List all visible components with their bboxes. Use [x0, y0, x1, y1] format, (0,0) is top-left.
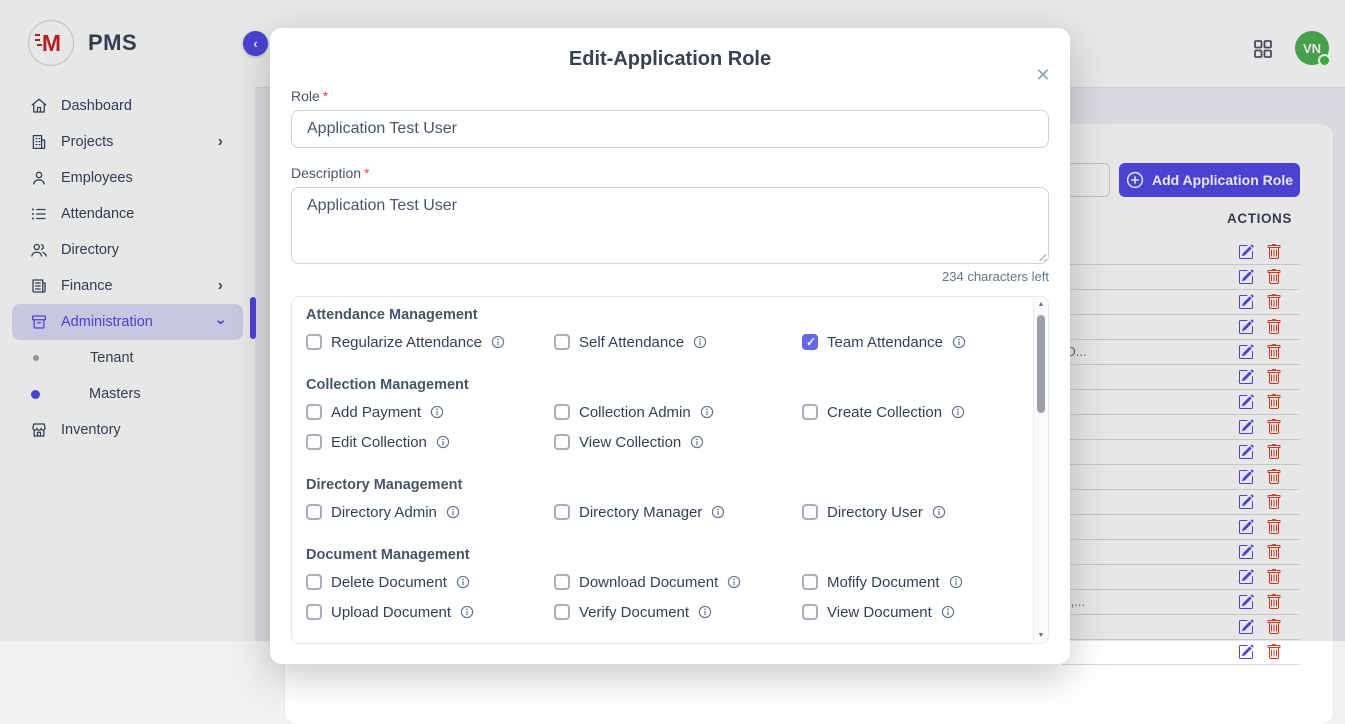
checkbox-icon[interactable]	[802, 334, 818, 350]
info-icon[interactable]	[727, 575, 741, 589]
scroll-up-icon[interactable]: ▲	[1034, 301, 1048, 308]
checkbox-icon[interactable]	[554, 434, 570, 450]
permissions-scrollbar[interactable]: ▲ ▼	[1033, 298, 1047, 642]
checkbox-icon[interactable]	[554, 604, 570, 620]
permission-checkbox-team-attendance[interactable]: Team Attendance	[802, 331, 1014, 353]
info-icon[interactable]	[952, 335, 966, 349]
edit-icon[interactable]	[1238, 644, 1254, 660]
permission-label: Team Attendance	[827, 334, 943, 351]
table-row	[1062, 640, 1300, 665]
permission-checkbox-create-collection[interactable]: Create Collection	[802, 401, 1014, 423]
permission-checkbox-verify-document[interactable]: Verify Document	[554, 601, 802, 623]
characters-left-counter: 234 characters left	[291, 269, 1049, 284]
permission-label: Directory Manager	[579, 504, 702, 521]
permissions-panel: Attendance Management Regularize Attendan…	[291, 296, 1049, 644]
checkbox-icon[interactable]	[554, 574, 570, 590]
info-icon[interactable]	[446, 505, 460, 519]
permission-label: Directory User	[827, 504, 923, 521]
permission-checkbox-collection-admin[interactable]: Collection Admin	[554, 401, 802, 423]
permission-group-title: Collection Management	[306, 377, 1014, 393]
permission-checkbox-directory-manager[interactable]: Directory Manager	[554, 501, 802, 523]
permission-group: Directory Management Directory Admin Direc…	[306, 477, 1014, 523]
permission-checkbox-upload-document[interactable]: Upload Document	[306, 601, 554, 623]
permission-group: Document Management Delete Document Downlo…	[306, 547, 1014, 623]
permission-checkbox-directory-admin[interactable]: Directory Admin	[306, 501, 554, 523]
close-icon[interactable]: ✕	[1030, 62, 1056, 88]
info-icon[interactable]	[949, 575, 963, 589]
role-input[interactable]	[291, 110, 1049, 148]
permissions-groups: Attendance Management Regularize Attendan…	[306, 307, 1014, 623]
checkbox-icon[interactable]	[306, 404, 322, 420]
info-icon[interactable]	[700, 405, 714, 419]
info-icon[interactable]	[456, 575, 470, 589]
permission-label: View Collection	[579, 434, 681, 451]
checkbox-icon[interactable]	[802, 504, 818, 520]
permission-label: Download Document	[579, 574, 718, 591]
permission-group-title: Directory Management	[306, 477, 1014, 493]
modal-title: Edit-Application Role	[291, 28, 1049, 71]
info-icon[interactable]	[711, 505, 725, 519]
info-icon[interactable]	[951, 405, 965, 419]
checkbox-icon[interactable]	[802, 604, 818, 620]
info-icon[interactable]	[430, 405, 444, 419]
checkbox-icon[interactable]	[306, 434, 322, 450]
permission-checkbox-regularize-attendance[interactable]: Regularize Attendance	[306, 331, 554, 353]
permission-label: Mofify Document	[827, 574, 940, 591]
role-label: Role*	[291, 88, 1049, 104]
permission-checkbox-mofify-document[interactable]: Mofify Document	[802, 571, 1014, 593]
scrollbar-thumb[interactable]	[1037, 315, 1045, 413]
permission-checkbox-edit-collection[interactable]: Edit Collection	[306, 431, 554, 453]
checkbox-icon[interactable]	[306, 574, 322, 590]
delete-icon[interactable]	[1266, 644, 1282, 660]
permission-checkbox-self-attendance[interactable]: Self Attendance	[554, 331, 802, 353]
permission-label: Collection Admin	[579, 404, 691, 421]
checkbox-icon[interactable]	[802, 574, 818, 590]
required-asterisk: *	[364, 165, 369, 181]
info-icon[interactable]	[491, 335, 505, 349]
permission-checkbox-directory-user[interactable]: Directory User	[802, 501, 1014, 523]
permission-label: Add Payment	[331, 404, 421, 421]
permission-label: Verify Document	[579, 604, 689, 621]
info-icon[interactable]	[941, 605, 955, 619]
permission-group: Attendance Management Regularize Attendan…	[306, 307, 1014, 353]
required-asterisk: *	[323, 88, 328, 104]
checkbox-icon[interactable]	[554, 334, 570, 350]
description-label: Description*	[291, 165, 1049, 181]
description-textarea[interactable]: Application Test User	[291, 187, 1049, 264]
info-icon[interactable]	[460, 605, 474, 619]
checkbox-icon[interactable]	[802, 404, 818, 420]
permission-group-title: Attendance Management	[306, 307, 1014, 323]
permission-checkbox-view-document[interactable]: View Document	[802, 601, 1014, 623]
permission-checkbox-download-document[interactable]: Download Document	[554, 571, 802, 593]
info-icon[interactable]	[436, 435, 450, 449]
checkbox-icon[interactable]	[554, 404, 570, 420]
checkbox-icon[interactable]	[306, 504, 322, 520]
scroll-down-icon[interactable]: ▼	[1034, 632, 1048, 639]
edit-application-role-modal: Edit-Application Role ✕ Role* Descriptio…	[270, 28, 1070, 664]
info-icon[interactable]	[932, 505, 946, 519]
permission-label: Delete Document	[331, 574, 447, 591]
permission-group: Collection Management Add Payment Collecti…	[306, 377, 1014, 453]
permission-checkbox-delete-document[interactable]: Delete Document	[306, 571, 554, 593]
permission-label: Self Attendance	[579, 334, 684, 351]
permission-label: Upload Document	[331, 604, 451, 621]
checkbox-icon[interactable]	[306, 334, 322, 350]
info-icon[interactable]	[690, 435, 704, 449]
permission-label: Edit Collection	[331, 434, 427, 451]
checkbox-icon[interactable]	[306, 604, 322, 620]
checkbox-icon[interactable]	[554, 504, 570, 520]
permission-checkbox-add-payment[interactable]: Add Payment	[306, 401, 554, 423]
info-icon[interactable]	[698, 605, 712, 619]
info-icon[interactable]	[693, 335, 707, 349]
permission-checkbox-view-collection[interactable]: View Collection	[554, 431, 802, 453]
permission-label: Directory Admin	[331, 504, 437, 521]
permission-group-title: Document Management	[306, 547, 1014, 563]
permission-label: View Document	[827, 604, 932, 621]
permission-label: Regularize Attendance	[331, 334, 482, 351]
permission-label: Create Collection	[827, 404, 942, 421]
